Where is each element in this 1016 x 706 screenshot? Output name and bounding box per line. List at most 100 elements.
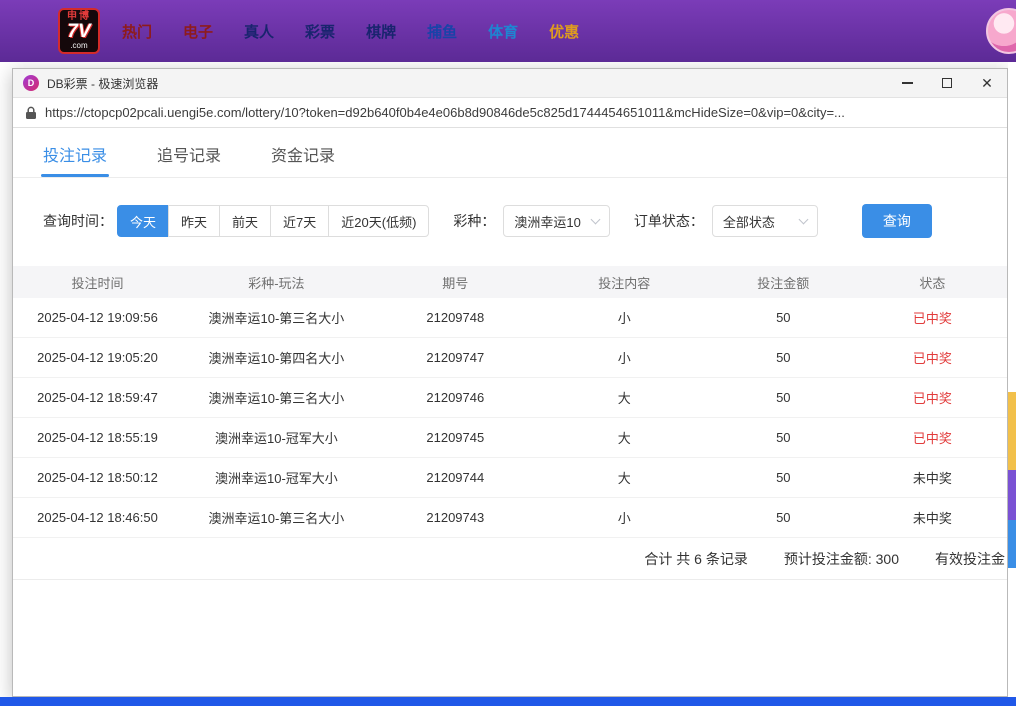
status-filter-label: 订单状态： <box>633 213 704 229</box>
record-tabs: 投注记录 追号记录 资金记录 <box>13 130 1007 178</box>
cell-bet-time: 2025-04-12 19:09:56 <box>37 310 158 325</box>
top-nav-item[interactable]: 真人 <box>244 21 274 42</box>
cell-bet-amount: 50 <box>776 430 791 445</box>
status-select-value: 全部状态 <box>722 214 775 230</box>
lock-icon <box>26 106 36 119</box>
cell-status: 已中奖 <box>912 391 952 406</box>
time-filter-label: 查询时间： <box>43 213 113 229</box>
column-header: 投注内容 <box>598 275 651 291</box>
cell-bet-time: 2025-04-12 18:46:50 <box>37 510 158 525</box>
lottery-filter-label: 彩种： <box>453 213 496 229</box>
cell-status: 未中奖 <box>912 511 952 526</box>
status-select[interactable]: 全部状态 <box>711 205 818 237</box>
site-logo[interactable]: 申博 7V .com <box>58 7 100 55</box>
lottery-select[interactable]: 澳洲幸运10 <box>503 205 610 237</box>
cell-bet-amount: 50 <box>776 350 791 365</box>
background-page-footer <box>0 697 1016 706</box>
search-button[interactable]: 查询 <box>861 204 932 238</box>
cell-status: 已中奖 <box>912 351 952 366</box>
summary-expected-amount: 预计投注金额: 300 <box>783 550 899 567</box>
cell-issue-number: 21209744 <box>426 470 485 485</box>
top-nav-item[interactable]: 体育 <box>488 21 518 42</box>
time-filter-button[interactable]: 近7天 <box>270 205 330 237</box>
cell-issue-number: 21209748 <box>426 310 485 325</box>
table-header: 投注时间 彩种-玩法 期号 投注内容 投注金额 状态 <box>13 266 1007 298</box>
column-header: 投注金额 <box>757 275 810 291</box>
close-button[interactable]: ✕ <box>967 69 1007 97</box>
cell-bet-content: 小 <box>617 351 631 366</box>
time-filter-button[interactable]: 昨天 <box>168 205 221 237</box>
cell-bet-content: 大 <box>617 471 631 486</box>
cell-issue-number: 21209746 <box>426 390 485 405</box>
cell-issue-number: 21209747 <box>426 350 485 365</box>
chevron-down-icon <box>590 214 601 225</box>
url-text[interactable]: https://ctopcp02pcali.uengi5e.com/lotter… <box>45 105 995 120</box>
column-header: 彩种-玩法 <box>248 275 305 291</box>
bet-table-body: 2025-04-12 19:09:56 澳洲幸运10-第三名大小 2120974… <box>13 298 1007 538</box>
table-row[interactable]: 2025-04-12 18:55:19 澳洲幸运10-冠军大小 21209745… <box>13 418 1007 458</box>
browser-window: D DB彩票 - 极速浏览器 ✕ https://ctopcp02pcali.u… <box>12 68 1008 697</box>
cell-bet-time: 2025-04-12 18:50:12 <box>37 470 158 485</box>
address-bar: https://ctopcp02pcali.uengi5e.com/lotter… <box>13 98 1007 128</box>
top-nav-item[interactable]: 热门 <box>122 21 152 42</box>
minimize-button[interactable] <box>887 69 927 97</box>
cell-bet-content: 小 <box>617 311 631 326</box>
cell-game-play: 澳洲幸运10-第三名大小 <box>208 511 345 526</box>
record-tab[interactable]: 投注记录 <box>40 130 110 177</box>
table-row[interactable]: 2025-04-12 18:50:12 澳洲幸运10-冠军大小 21209744… <box>13 458 1007 498</box>
cell-bet-content: 大 <box>617 391 631 406</box>
column-header: 投注时间 <box>71 275 124 291</box>
bet-record-table: 投注时间 彩种-玩法 期号 投注内容 投注金额 状态 2025-04-12 19… <box>13 266 1007 580</box>
cell-bet-time: 2025-04-12 18:55:19 <box>37 430 158 445</box>
site-logo-text-7v: 7V <box>67 21 91 43</box>
top-nav-item[interactable]: 优惠 <box>549 21 579 42</box>
cell-issue-number: 21209743 <box>426 510 485 525</box>
cell-bet-amount: 50 <box>776 470 791 485</box>
table-row[interactable]: 2025-04-12 18:46:50 澳洲幸运10-第三名大小 2120974… <box>13 498 1007 538</box>
summary-row: 合计 共 6 条记录 预计投注金额: 300 有效投注金 <box>13 538 1007 580</box>
column-header: 状态 <box>919 275 946 291</box>
browser-app-icon: D <box>23 75 39 91</box>
cell-bet-amount: 50 <box>776 310 791 325</box>
maximize-button[interactable] <box>927 69 967 97</box>
time-filter-group: 今天 昨天 前天 近7天 近20天(低频) <box>117 205 430 237</box>
record-tab[interactable]: 追号记录 <box>157 130 221 177</box>
top-nav-item[interactable]: 棋牌 <box>366 21 396 42</box>
background-page-sliver <box>1008 62 1016 697</box>
time-filter-button[interactable]: 前天 <box>219 205 272 237</box>
window-title: DB彩票 - 极速浏览器 <box>47 76 159 91</box>
background-decor <box>1008 392 1016 470</box>
site-logo-text-com: .com <box>70 41 88 51</box>
table-row[interactable]: 2025-04-12 19:09:56 澳洲幸运10-第三名大小 2120974… <box>13 298 1007 338</box>
filter-bar: 查询时间： 今天 昨天 前天 近7天 近20天(低频) 彩种： 澳洲幸运10 订… <box>43 204 1007 238</box>
column-header: 期号 <box>442 275 469 291</box>
background-decor <box>1008 520 1016 568</box>
top-nav-item[interactable]: 电子 <box>183 21 213 42</box>
cell-issue-number: 21209745 <box>426 430 485 445</box>
table-row[interactable]: 2025-04-12 18:59:47 澳洲幸运10-第三名大小 2120974… <box>13 378 1007 418</box>
cell-bet-time: 2025-04-12 19:05:20 <box>37 350 158 365</box>
cell-status: 已中奖 <box>912 311 952 326</box>
lottery-select-value: 澳洲幸运10 <box>514 214 581 230</box>
cell-status: 未中奖 <box>912 471 952 486</box>
table-row[interactable]: 2025-04-12 19:05:20 澳洲幸运10-第四名大小 2120974… <box>13 338 1007 378</box>
summary-valid-amount: 有效投注金 <box>935 550 1005 567</box>
chevron-down-icon <box>798 214 809 225</box>
user-avatar[interactable] <box>986 8 1016 54</box>
top-nav-item[interactable]: 捕鱼 <box>427 21 457 42</box>
summary-total: 合计 共 6 条记录 <box>644 550 748 567</box>
time-filter-button[interactable]: 今天 <box>117 205 170 237</box>
time-filter-button[interactable]: 近20天(低频) <box>328 205 430 237</box>
record-tab[interactable]: 资金记录 <box>271 130 335 177</box>
cell-game-play: 澳洲幸运10-冠军大小 <box>215 471 338 486</box>
site-header: 申博 7V .com 热门 电子 真人 彩票 棋牌 捕鱼 体育 优惠 <box>0 0 1016 62</box>
cell-bet-content: 小 <box>617 511 631 526</box>
cell-status: 已中奖 <box>912 431 952 446</box>
cell-bet-amount: 50 <box>776 510 791 525</box>
top-nav-item[interactable]: 彩票 <box>305 21 335 42</box>
cell-game-play: 澳洲幸运10-第三名大小 <box>208 391 345 406</box>
page-content: 投注记录 追号记录 资金记录 查询时间： 今天 昨天 前天 近7天 近20天(低… <box>13 130 1007 580</box>
cell-game-play: 澳洲幸运10-第四名大小 <box>208 351 345 366</box>
cell-bet-time: 2025-04-12 18:59:47 <box>37 390 158 405</box>
window-titlebar: D DB彩票 - 极速浏览器 ✕ <box>13 69 1007 98</box>
